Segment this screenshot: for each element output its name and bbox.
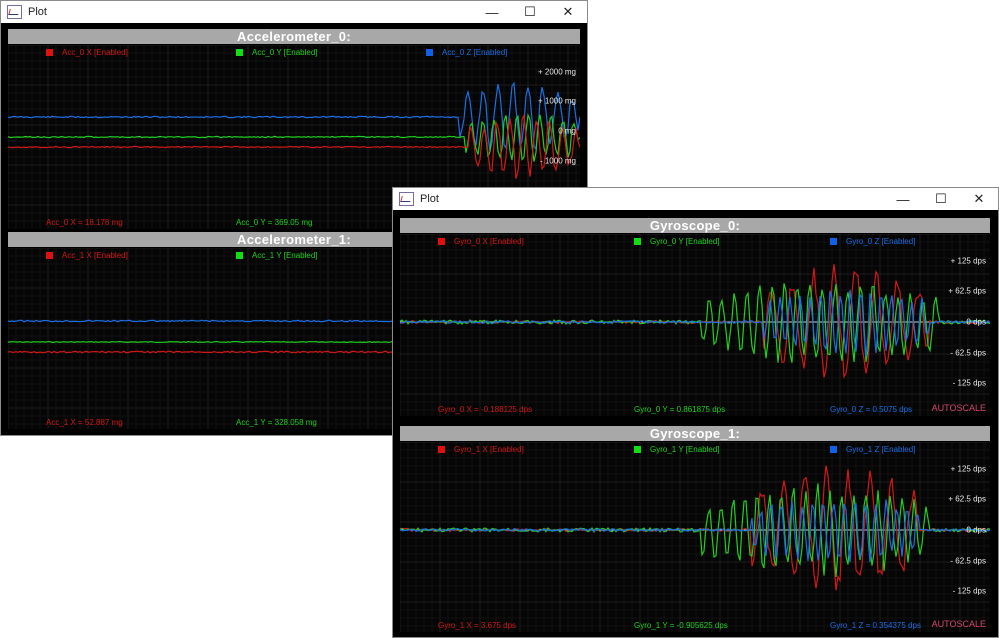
legend-swatch-red — [438, 238, 445, 245]
y-tick: 0 mg — [558, 126, 576, 136]
readout-gyro0-y: Gyro_0 Y = 0.861875 dps — [634, 405, 726, 414]
y-tick: - 125 dps — [952, 378, 986, 388]
readout-gyro0-x: Gyro_0 X = -0.188125 dps — [438, 405, 533, 414]
readout-acc1-y: Acc_1 Y = 328.058 mg — [236, 418, 317, 427]
legend-swatch-blue — [830, 446, 837, 453]
y-tick: + 62.5 dps — [948, 286, 986, 296]
legend-gyro0-y[interactable]: Gyro_0 Y [Enabled] — [634, 237, 720, 246]
autoscale-button[interactable]: AUTOSCALE — [932, 619, 986, 629]
y-tick: - 62.5 dps — [950, 348, 986, 358]
legend-acc0-y[interactable]: Acc_0 Y [Enabled] — [236, 48, 318, 57]
plot-app-icon — [399, 192, 414, 206]
close-button[interactable]: ✕ — [549, 1, 587, 23]
legend-swatch-red — [438, 446, 445, 453]
gyroscope-1-traces — [400, 442, 990, 632]
y-tick: + 2000 mg — [537, 67, 576, 77]
y-tick: 0 dps — [966, 525, 986, 535]
legend-swatch-blue — [426, 49, 433, 56]
legend-gyro0-x[interactable]: Gyro_0 X [Enabled] — [438, 237, 524, 246]
autoscale-button[interactable]: AUTOSCALE — [932, 403, 986, 413]
legend-swatch-green — [236, 49, 243, 56]
y-tick: - 62.5 dps — [950, 556, 986, 566]
y-tick: + 1000 mg — [537, 96, 576, 106]
legend-gyro1-z[interactable]: Gyro_1 Z [Enabled] — [830, 445, 915, 454]
y-tick: 0 dps — [966, 317, 986, 327]
gyroscope-1-plot[interactable]: Gyro_1 X [Enabled] Gyro_1 Y [Enabled] Gy… — [400, 442, 990, 632]
minimize-button[interactable]: — — [884, 188, 922, 210]
plot-window-gyroscope[interactable]: Plot — ☐ ✕ Gyroscope_0: Gyro_0 X [Enable… — [392, 187, 999, 638]
y-tick: - 1000 mg — [539, 156, 576, 166]
gyroscope-0-pane: Gyroscope_0: Gyro_0 X [Enabled] Gyro_0 Y… — [400, 218, 990, 416]
readout-gyro1-z: Gyro_1 Z = 0.354375 dps — [830, 621, 921, 630]
window-title: Plot — [28, 6, 47, 18]
legend-gyro0-z[interactable]: Gyro_0 Z [Enabled] — [830, 237, 915, 246]
legend-acc0-z[interactable]: Acc_0 Z [Enabled] — [426, 48, 507, 57]
maximize-button[interactable]: ☐ — [511, 1, 549, 23]
y-tick: + 62.5 dps — [948, 494, 986, 504]
gyroscope-0-plot[interactable]: Gyro_0 X [Enabled] Gyro_0 Y [Enabled] Gy… — [400, 234, 990, 416]
window-title: Plot — [420, 193, 439, 205]
y-tick: + 125 dps — [950, 256, 986, 266]
gyroscope-1-pane: Gyroscope_1: Gyro_1 X [Enabled] Gyro_1 Y… — [400, 426, 990, 632]
title-bar[interactable]: Plot — ☐ ✕ — [393, 188, 998, 210]
readout-acc1-x: Acc_1 X = 52.887 mg — [46, 418, 123, 427]
pane-title: Accelerometer_0: — [8, 29, 580, 44]
title-bar[interactable]: Plot — ☐ ✕ — [1, 1, 587, 23]
legend-swatch-green — [236, 252, 243, 259]
legend-swatch-red — [46, 252, 53, 259]
y-tick: + 125 dps — [950, 464, 986, 474]
minimize-button[interactable]: — — [473, 1, 511, 23]
legend-acc0-x[interactable]: Acc_0 X [Enabled] — [46, 48, 128, 57]
readout-acc0-x: Acc_0 X = 18.178 mg — [46, 218, 123, 227]
legend-swatch-red — [46, 49, 53, 56]
gyroscope-0-traces — [400, 234, 990, 416]
legend-gyro1-y[interactable]: Gyro_1 Y [Enabled] — [634, 445, 720, 454]
pane-title: Gyroscope_1: — [400, 426, 990, 441]
pane-title: Gyroscope_0: — [400, 218, 990, 233]
legend-swatch-green — [634, 238, 641, 245]
legend-acc1-y[interactable]: Acc_1 Y [Enabled] — [236, 251, 318, 260]
legend-swatch-green — [634, 446, 641, 453]
legend-gyro1-x[interactable]: Gyro_1 X [Enabled] — [438, 445, 524, 454]
readout-gyro1-x: Gyro_1 X = 3.675 dps — [438, 621, 517, 630]
plot-app-icon — [7, 5, 22, 19]
legend-swatch-blue — [830, 238, 837, 245]
y-tick: - 125 dps — [952, 586, 986, 596]
readout-gyro1-y: Gyro_1 Y = -0.905625 dps — [634, 621, 728, 630]
readout-acc0-y: Acc_0 Y = 369.05 mg — [236, 218, 313, 227]
close-button[interactable]: ✕ — [960, 188, 998, 210]
legend-acc1-x[interactable]: Acc_1 X [Enabled] — [46, 251, 128, 260]
maximize-button[interactable]: ☐ — [922, 188, 960, 210]
readout-gyro0-z: Gyro_0 Z = 0.5075 dps — [830, 405, 913, 414]
